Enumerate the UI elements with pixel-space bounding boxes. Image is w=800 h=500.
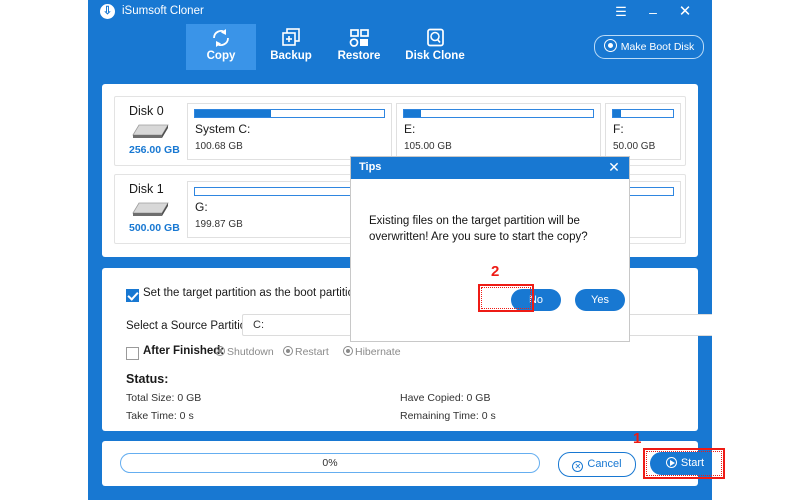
tab-disk-clone[interactable]: Disk Clone [394,24,476,70]
tips-dialog-titlebar: Tips ✕ [351,157,629,179]
disk-clone-icon [394,27,476,49]
tab-backup-label: Backup [270,50,312,62]
disk-size: 256.00 GB [129,144,180,156]
restore-grid-icon [324,27,394,49]
download-circle-icon: ⇩ [100,4,115,19]
partition-name: System C: [195,122,251,136]
start-button[interactable]: Start [650,452,712,475]
partition-size: 105.00 GB [404,141,452,152]
partition-size: 100.68 GB [195,141,243,152]
partition-item[interactable]: System C: 100.68 GB [187,103,392,160]
radio-button-icon [283,346,293,356]
source-partition-value: C: [253,319,264,331]
partition-size: 199.87 GB [195,219,243,230]
tips-dialog-title: Tips [359,161,382,173]
partition-usage-bar [403,109,594,118]
disk-name: Disk 1 [129,182,164,196]
radio-shutdown[interactable]: Shutdown [215,345,274,358]
partition-size: 50.00 GB [613,141,656,152]
partition-name: G: [195,200,208,214]
minimize-icon[interactable]: – [644,3,662,21]
make-boot-disk-label: Make Boot Disk [620,41,695,53]
backup-plus-icon [256,27,326,49]
copy-refresh-icon [186,27,256,49]
disc-icon [603,39,617,52]
status-title: Status: [126,372,169,386]
after-finished-checkbox[interactable] [126,347,139,360]
radio-button-icon [215,346,225,356]
partition-item[interactable]: F: 50.00 GB [605,103,681,160]
app-title: iSumsoft Cloner [122,5,204,17]
tab-restore[interactable]: Restore [324,24,394,70]
close-icon[interactable]: ✕ [606,159,622,175]
status-have-copied: Have Copied: 0 GB [400,392,491,404]
toolbar: Copy Backup Restore Disk Clone Make Boot… [88,24,712,70]
status-remaining-time: Remaining Time: 0 s [400,410,496,422]
radio-restart[interactable]: Restart [283,345,329,358]
progress-label: 0% [322,457,338,469]
radio-button-icon [343,346,353,356]
cancel-circle-icon: ✕ [572,461,584,472]
after-finished-label: After Finished: [143,345,225,357]
tips-dialog: Tips ✕ Existing files on the target part… [350,156,630,342]
radio-hibernate[interactable]: Hibernate [343,345,401,358]
radio-shutdown-label: Shutdown [227,346,274,358]
status-total-size: Total Size: 0 GB [126,392,202,404]
title-bar: ⇩ iSumsoft Cloner ☰ – ✕ [88,0,712,24]
disk-name: Disk 0 [129,104,164,118]
hamburger-menu-icon[interactable]: ☰ [612,3,630,21]
application-window: ⇩ iSumsoft Cloner ☰ – ✕ Copy Backup Rest… [88,0,712,500]
make-boot-disk-button[interactable]: Make Boot Disk [594,35,704,59]
close-icon[interactable]: ✕ [676,3,694,21]
target-partition-checkbox[interactable] [126,289,139,302]
annotation-step-2: 2 [491,263,500,280]
hard-drive-icon [131,200,171,218]
play-circle-icon [665,457,677,468]
tab-backup[interactable]: Backup [256,24,326,70]
progress-bar: 0% [120,453,540,473]
radio-restart-label: Restart [295,346,329,358]
radio-hibernate-label: Hibernate [355,346,401,358]
start-button-label: Start [680,457,705,469]
cancel-button[interactable]: ✕ Cancel [558,452,636,477]
cancel-button-label: Cancel [587,458,622,470]
hard-drive-icon [131,122,171,140]
tab-disk-clone-label: Disk Clone [405,50,465,62]
tab-restore-label: Restore [337,50,381,62]
partition-item[interactable]: E: 105.00 GB [396,103,601,160]
bottom-panel: 0% ✕ Cancel Start [102,441,712,486]
partition-usage-bar [194,109,385,118]
partition-name: E: [404,122,416,136]
status-take-time: Take Time: 0 s [126,410,194,422]
dialog-no-button[interactable]: No [511,289,561,311]
tab-copy[interactable]: Copy [186,24,256,70]
partition-name: F: [613,122,624,136]
target-partition-checkbox-label: Set the target partition as the boot par… [143,287,361,299]
dialog-yes-button[interactable]: Yes [575,289,625,311]
annotation-step-1: 1 [633,430,642,447]
source-partition-label: Select a Source Partition: [126,320,256,332]
disk-size: 500.00 GB [129,222,180,234]
partition-usage-bar [612,109,674,118]
tab-copy-label: Copy [206,50,236,62]
tips-dialog-message: Existing files on the target partition w… [369,215,588,243]
